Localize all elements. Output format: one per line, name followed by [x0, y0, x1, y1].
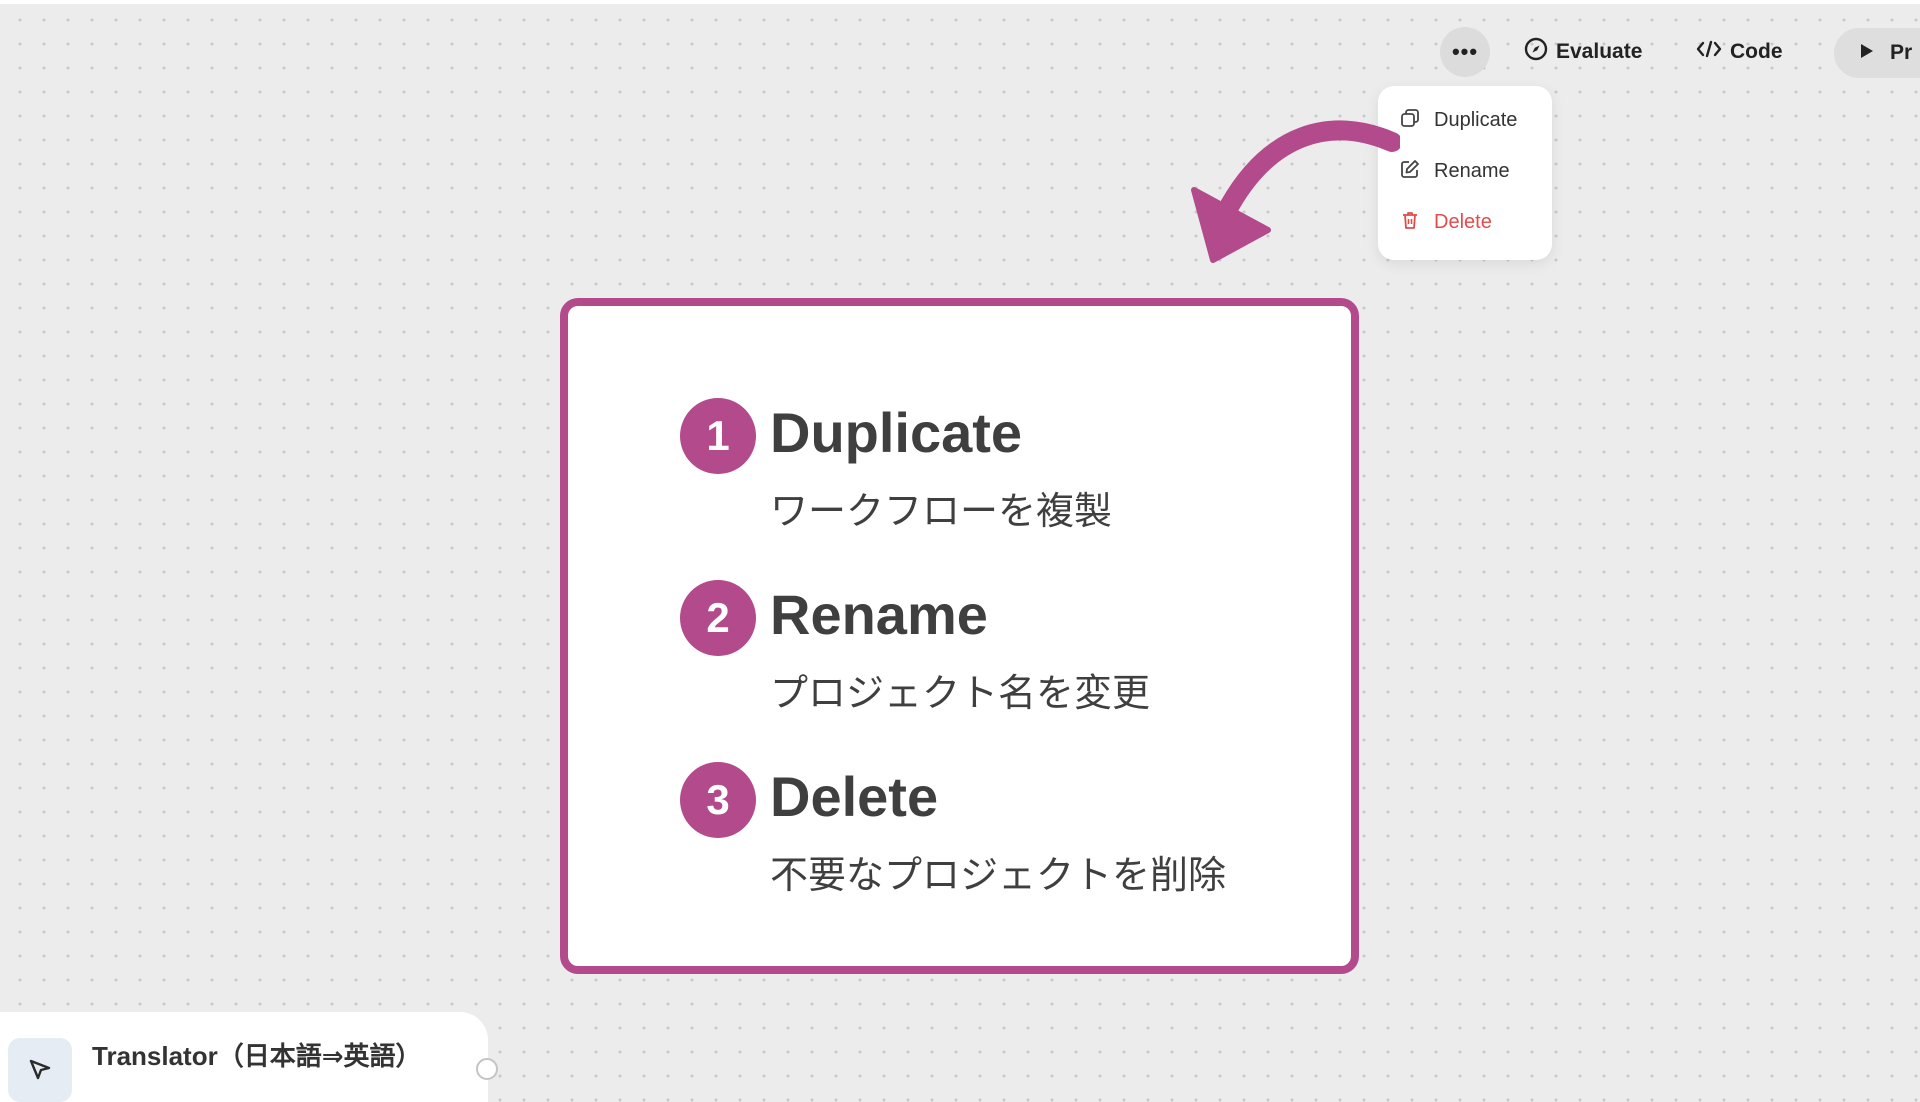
- step-number-badge: 3: [680, 762, 756, 838]
- menu-item-label: Duplicate: [1434, 109, 1518, 131]
- copy-icon: [1400, 108, 1420, 133]
- step-number-badge: 2: [680, 580, 756, 656]
- more-icon: •••: [1451, 39, 1479, 64]
- trash-icon: [1400, 210, 1420, 235]
- menu-item-label: Rename: [1434, 160, 1510, 182]
- compass-icon: [1524, 37, 1548, 67]
- step-description: プロジェクト名を変更: [770, 673, 1151, 715]
- preview-button[interactable]: Pr: [1834, 28, 1920, 78]
- curved-arrow-icon: [1191, 120, 1400, 263]
- node-title: Translator（日本語⇒英語）: [92, 1041, 422, 1071]
- workflow-node[interactable]: Translator（日本語⇒英語）: [0, 1012, 488, 1102]
- callout-card: 1 Duplicate ワークフローを複製 2 Rename プロジェクト名を変…: [560, 298, 1359, 974]
- more-options-button[interactable]: •••: [1440, 27, 1490, 77]
- play-icon: [1860, 41, 1874, 65]
- preview-label: Pr: [1890, 41, 1913, 64]
- node-connection-handle[interactable]: [476, 1058, 498, 1080]
- top-edge: [0, 0, 1920, 4]
- menu-item-delete[interactable]: Delete: [1400, 210, 1492, 235]
- evaluate-button[interactable]: Evaluate: [1524, 27, 1642, 77]
- menu-item-rename[interactable]: Rename: [1400, 159, 1510, 184]
- edit-icon: [1400, 159, 1420, 184]
- step-title: Rename: [770, 583, 988, 646]
- step-description: 不要なプロジェクトを削除: [770, 855, 1227, 897]
- code-label: Code: [1730, 40, 1783, 63]
- cursor-icon: [8, 1038, 72, 1102]
- options-menu: Duplicate Rename Delete: [1378, 86, 1552, 260]
- step-title: Delete: [770, 765, 939, 828]
- step-number-badge: 1: [680, 398, 756, 474]
- step-title: Duplicate: [770, 401, 1023, 464]
- menu-item-duplicate[interactable]: Duplicate: [1400, 108, 1517, 133]
- step-description: ワークフローを複製: [770, 491, 1113, 533]
- code-button[interactable]: Code: [1696, 27, 1783, 77]
- code-icon: [1696, 39, 1722, 65]
- menu-item-label: Delete: [1434, 211, 1492, 233]
- evaluate-label: Evaluate: [1556, 40, 1643, 63]
